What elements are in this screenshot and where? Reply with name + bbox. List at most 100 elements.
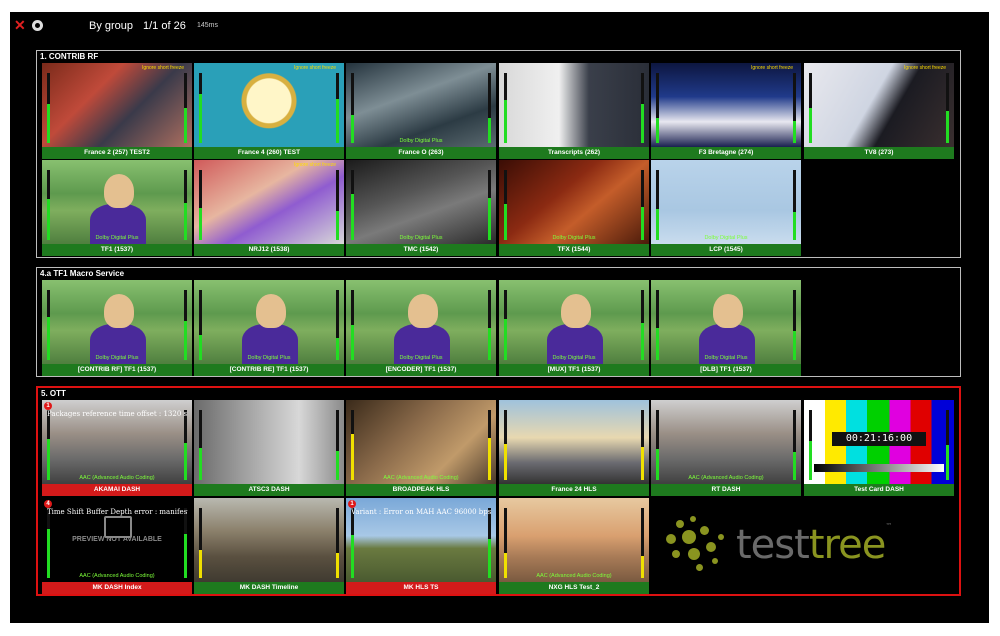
channel-tile[interactable]: Dolby Digital Plus TFX (1544): [499, 160, 649, 256]
audio-meter-left: [504, 170, 507, 240]
close-icon[interactable]: ✕: [14, 18, 26, 32]
audio-meter-right: [641, 290, 644, 360]
audio-meter-left: [351, 290, 354, 360]
channel-label: ATSC3 DASH: [194, 484, 344, 496]
video-thumbnail: [194, 498, 344, 582]
preview-unavailable: PREVIEW NOT AVAILABLE: [72, 536, 162, 543]
channel-label: RT DASH: [651, 484, 801, 496]
channel-tile[interactable]: AAC (Advanced Audio Coding) RT DASH: [651, 400, 801, 496]
grouping-selector[interactable]: By group: [89, 20, 133, 32]
audio-codec-overlay: Dolby Digital Plus: [704, 235, 748, 241]
freeze-flag: Ignore short freeze: [904, 65, 946, 71]
channel-tile[interactable]: France 24 HLS: [499, 400, 649, 496]
audio-meter-right: [488, 170, 491, 240]
refresh-latency: 145ms: [197, 22, 219, 29]
presenter-figure: [104, 294, 134, 328]
pagination[interactable]: 1/1 of 26: [143, 20, 186, 32]
audio-meter-left: [351, 170, 354, 240]
channel-tile[interactable]: Dolby Digital Plus [CONTRIB RF] TF1 (1537…: [42, 280, 192, 376]
audio-meter-right: [641, 73, 644, 143]
logo-mark: [666, 516, 728, 578]
audio-meter-right: [488, 73, 491, 143]
channel-tile[interactable]: Dolby Digital Plus France O (263): [346, 63, 496, 159]
audio-meter-right: [641, 410, 644, 480]
channel-tile[interactable]: MK DASH Timeline: [194, 498, 344, 594]
channel-tile[interactable]: Transcripts (262): [499, 63, 649, 159]
group-title: 4.a TF1 Macro Service: [40, 269, 125, 278]
error-message: Variant : Error on MAH AAC 96000 bps: [351, 508, 492, 516]
channel-label: Transcripts (262): [499, 147, 649, 159]
video-thumbnail: [499, 400, 649, 484]
audio-meter-right: [184, 290, 187, 360]
channel-tile[interactable]: Dolby Digital Plus [MUX] TF1 (1537): [499, 280, 649, 376]
video-thumbnail: Dolby Digital Plus: [194, 280, 344, 364]
audio-codec-overlay: AAC (Advanced Audio Coding): [383, 475, 459, 481]
audio-meter-right: [793, 73, 796, 143]
channel-tile[interactable]: Dolby Digital Plus [CONTRIB RE] TF1 (1537…: [194, 280, 344, 376]
error-badge-icon[interactable]: 1: [44, 402, 52, 410]
audio-meter-left: [47, 290, 50, 360]
video-thumbnail: 00:21:16:00: [804, 400, 954, 484]
channel-tile[interactable]: AAC (Advanced Audio Coding) NXG HLS Test_…: [499, 498, 649, 594]
channel-label: NXG HLS Test_2: [499, 582, 649, 594]
channel-tile[interactable]: Ignore short freeze NRJ12 (1538): [194, 160, 344, 256]
channel-tile[interactable]: 00:21:16:00 Test Card DASH: [804, 400, 954, 496]
freeze-flag: Ignore short freeze: [294, 162, 336, 168]
channel-tile[interactable]: Ignore short freeze F3 Bretagne (274): [651, 63, 801, 159]
audio-meter-right: [793, 290, 796, 360]
group-title: 5. OTT: [41, 389, 66, 398]
audio-meter-right: [488, 410, 491, 480]
channel-tile[interactable]: Dolby Digital Plus [DLB] TF1 (1537): [651, 280, 801, 376]
audio-meter-right: [793, 170, 796, 240]
channel-tile[interactable]: Ignore short freeze France 4 (260) TEST: [194, 63, 344, 159]
gray-ramp: [814, 464, 944, 472]
channel-tile[interactable]: AAC (Advanced Audio Coding) 1 Packages ref…: [42, 400, 192, 496]
channel-tile[interactable]: Dolby Digital Plus TMC (1542): [346, 160, 496, 256]
channel-tile[interactable]: Dolby Digital Plus [ENCODER] TF1 (1537): [346, 280, 496, 376]
channel-label: TF1 (1537): [42, 244, 192, 256]
video-thumbnail: Dolby Digital Plus: [651, 160, 801, 244]
audio-meter-right: [336, 508, 339, 578]
video-thumbnail: Dolby Digital Plus: [346, 63, 496, 147]
presenter-figure: [408, 294, 438, 328]
error-badge-icon[interactable]: 1: [348, 500, 356, 508]
channel-label: NRJ12 (1538): [194, 244, 344, 256]
freeze-flag: Ignore short freeze: [751, 65, 793, 71]
channel-tile[interactable]: Ignore short freeze TV8 (273): [804, 63, 954, 159]
channel-tile[interactable]: Ignore short freeze France 2 (257) TEST2: [42, 63, 192, 159]
channel-label: MK HLS TS: [346, 582, 496, 594]
channel-tile[interactable]: PREVIEW NOT AVAILABLE AAC (Advanced Audio…: [42, 498, 192, 594]
channel-tile[interactable]: Dolby Digital Plus TF1 (1537): [42, 160, 192, 256]
audio-meter-right: [184, 508, 187, 578]
video-thumbnail: AAC (Advanced Audio Coding): [651, 400, 801, 484]
audio-meter-right: [946, 410, 949, 480]
audio-codec-overlay: AAC (Advanced Audio Coding): [536, 573, 612, 579]
audio-codec-overlay: AAC (Advanced Audio Coding): [688, 475, 764, 481]
channel-label: [DLB] TF1 (1537): [651, 364, 801, 376]
toolbar: ✕ By group 1/1 of 26 145ms: [10, 12, 989, 40]
channel-tile[interactable]: ATSC3 DASH: [194, 400, 344, 496]
channel-label: Test Card DASH: [804, 484, 954, 496]
channel-label: [CONTRIB RF] TF1 (1537): [42, 364, 192, 376]
audio-meter-right: [641, 170, 644, 240]
channel-label: [CONTRIB RE] TF1 (1537): [194, 364, 344, 376]
audio-meter-left: [199, 508, 202, 578]
channel-tile[interactable]: 1 Variant : Error on MAH AAC 96000 bps MK …: [346, 498, 496, 594]
video-thumbnail: Dolby Digital Plus: [346, 280, 496, 364]
audio-meter-left: [47, 73, 50, 143]
error-badge-icon[interactable]: 4: [44, 500, 52, 508]
video-thumbnail: Ignore short freeze: [651, 63, 801, 147]
audio-meter-left: [351, 73, 354, 143]
audio-meter-left: [199, 73, 202, 143]
channel-label: France 24 HLS: [499, 484, 649, 496]
presenter-figure: [713, 294, 743, 328]
settings-icon[interactable]: [32, 20, 43, 31]
video-thumbnail: Ignore short freeze: [194, 63, 344, 147]
audio-codec-overlay: Dolby Digital Plus: [399, 138, 443, 144]
channel-label: LCP (1545): [651, 244, 801, 256]
channel-tile[interactable]: AAC (Advanced Audio Coding) BROADPEAK HLS: [346, 400, 496, 496]
audio-meter-left: [504, 290, 507, 360]
audio-meter-right: [184, 73, 187, 143]
channel-tile[interactable]: Dolby Digital Plus LCP (1545): [651, 160, 801, 256]
channel-label: [MUX] TF1 (1537): [499, 364, 649, 376]
